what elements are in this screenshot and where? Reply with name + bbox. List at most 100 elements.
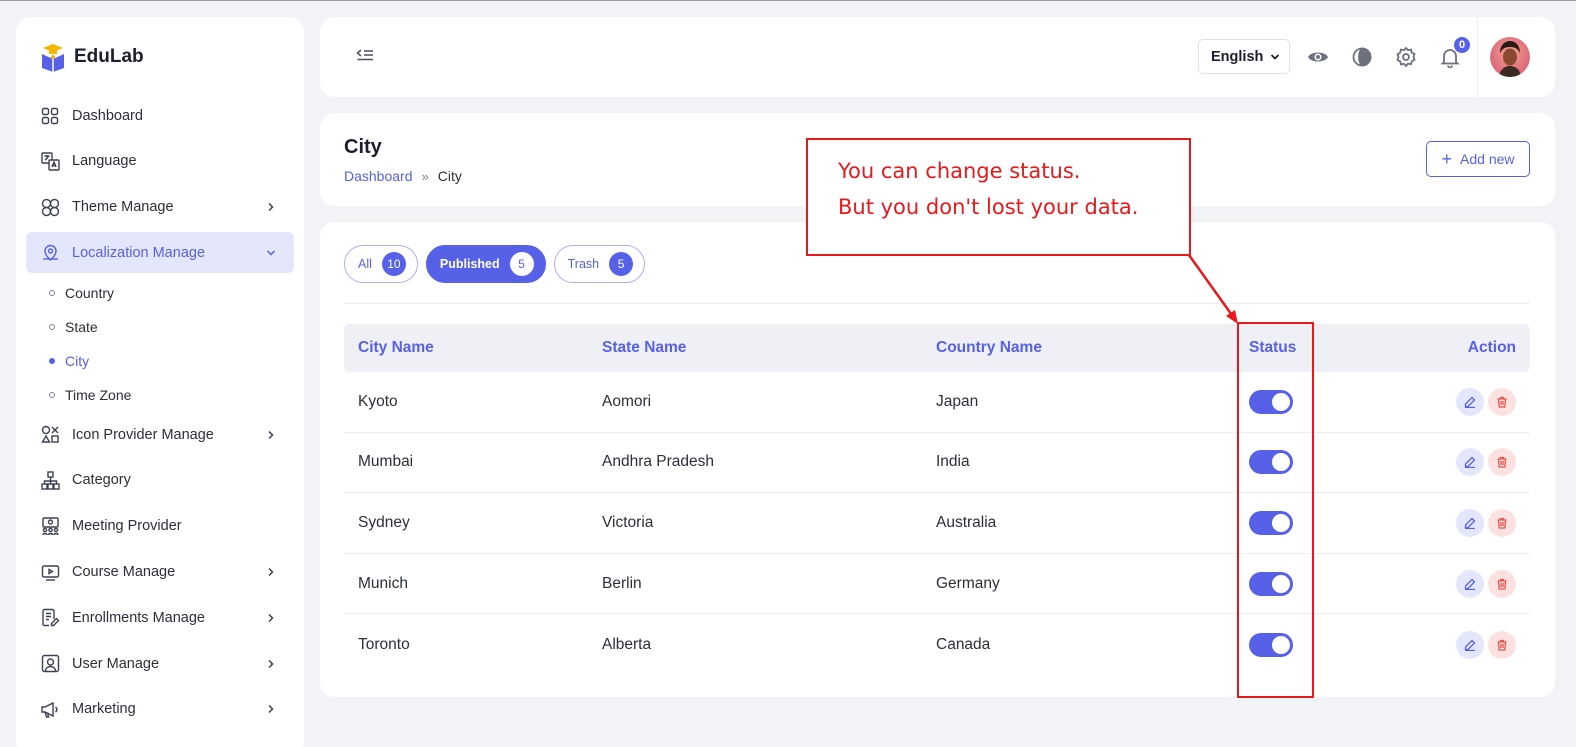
trash-icon [1497, 457, 1507, 469]
sidebar-item-user-manage[interactable]: User Manage [26, 643, 294, 684]
filter-tab-label: All [358, 257, 372, 271]
sidebar-item-icon-provider-manage[interactable]: Icon Provider Manage [26, 414, 294, 455]
app-logo[interactable]: EduLab [38, 42, 144, 72]
eye-icon[interactable] [1307, 46, 1329, 68]
city-table: City Name State Name Country Name Status… [344, 324, 1530, 675]
sidebar-item-label: Language [72, 153, 137, 170]
row-actions [1456, 448, 1516, 477]
chevron-right-icon [268, 568, 274, 577]
pencil-icon [1464, 517, 1476, 529]
localization-submenu: Country State City Time Zone [26, 276, 294, 412]
user-square-icon [40, 654, 60, 674]
cell-state: Berlin [602, 574, 642, 592]
meeting-icon [40, 516, 60, 536]
bullet-icon [49, 392, 55, 399]
cell-state: Victoria [602, 513, 654, 531]
page-title: City [344, 136, 382, 158]
avatar[interactable] [1490, 37, 1530, 77]
sidebar-item-course-manage[interactable]: Course Manage [26, 552, 294, 593]
sidebar-item-category[interactable]: Category [26, 460, 294, 501]
cell-city: Mumbai [358, 453, 414, 471]
table-row: Toronto Alberta Canada [344, 614, 1530, 675]
cell-city: Toronto [358, 635, 410, 653]
delete-button[interactable] [1488, 448, 1516, 477]
cell-country: India [936, 453, 970, 471]
row-actions [1456, 569, 1516, 598]
sidebar: EduLab Dashboard Language Theme Manage L… [16, 17, 304, 747]
trash-icon [1497, 396, 1507, 408]
sidebar-item-marketing[interactable]: Marketing [26, 689, 294, 730]
plus-icon: + [1441, 149, 1453, 169]
filter-tab-published[interactable]: Published 5 [425, 245, 546, 283]
delete-button[interactable] [1488, 630, 1516, 659]
video-icon [40, 562, 60, 582]
edit-button[interactable] [1456, 508, 1484, 537]
edit-button[interactable] [1456, 630, 1484, 659]
submenu-item-country[interactable]: Country [49, 276, 294, 310]
table-row: Mumbai Andhra Pradesh India [344, 433, 1530, 494]
sidebar-item-label: Icon Provider Manage [72, 426, 214, 443]
delete-button[interactable] [1488, 569, 1516, 598]
edit-button[interactable] [1456, 387, 1484, 416]
delete-button[interactable] [1488, 387, 1516, 416]
filter-count-badge: 10 [381, 252, 406, 276]
submenu-item-time-zone[interactable]: Time Zone [49, 378, 294, 412]
logo-icon [38, 42, 68, 72]
theme-icon [40, 197, 60, 217]
sidebar-item-label: Dashboard [72, 107, 143, 124]
pencil-icon [1464, 456, 1476, 469]
column-header-city: City Name [358, 339, 434, 356]
submenu-item-state[interactable]: State [49, 310, 294, 344]
sidebar-item-label: Meeting Provider [72, 518, 182, 535]
annotation-line-2: But you don't lost your data. [838, 195, 1139, 219]
sidebar-item-meeting-provider[interactable]: Meeting Provider [26, 506, 294, 547]
cell-country: Australia [936, 513, 997, 531]
table-row: Sydney Victoria Australia [344, 493, 1530, 554]
status-filter-tabs: All 10 Published 5 Trash 5 [344, 245, 646, 283]
table-header: City Name State Name Country Name Status… [344, 324, 1530, 372]
delete-button[interactable] [1488, 508, 1516, 537]
breadcrumb-separator: » [421, 168, 429, 184]
document-edit-icon [40, 608, 60, 628]
sidebar-item-label: Enrollments Manage [72, 609, 205, 626]
filter-tab-all[interactable]: All 10 [344, 245, 418, 283]
chevron-right-icon [268, 203, 274, 212]
breadcrumb-link-dashboard[interactable]: Dashboard [344, 168, 413, 184]
top-header: English 0 [320, 17, 1555, 97]
sidebar-item-enrollments-manage[interactable]: Enrollments Manage [26, 597, 294, 638]
submenu-item-city[interactable]: City [49, 344, 294, 378]
sidebar-item-dashboard[interactable]: Dashboard [26, 95, 294, 136]
megaphone-icon [40, 699, 60, 719]
chevron-right-icon [268, 659, 274, 668]
filter-tab-trash[interactable]: Trash 5 [553, 245, 646, 283]
pencil-icon [1464, 639, 1476, 651]
sidebar-item-label: Localization Manage [72, 244, 206, 261]
theme-mode-icon[interactable] [1351, 46, 1373, 68]
edit-button[interactable] [1456, 569, 1484, 598]
breadcrumb: Dashboard » City [344, 168, 462, 184]
row-actions [1456, 387, 1516, 416]
add-new-label: Add new [1460, 151, 1515, 167]
bullet-icon [49, 324, 55, 331]
language-select[interactable]: English [1198, 39, 1290, 74]
cell-city: Sydney [358, 513, 410, 531]
edit-button[interactable] [1456, 448, 1484, 477]
sidebar-item-label: Marketing [72, 701, 136, 718]
add-new-button[interactable]: + Add new [1426, 141, 1530, 177]
sidebar-toggle-icon[interactable] [356, 47, 374, 65]
sidebar-item-theme-manage[interactable]: Theme Manage [26, 187, 294, 228]
shapes-icon [40, 425, 60, 445]
window-top-border [0, 0, 1576, 1]
trash-icon [1497, 639, 1507, 651]
gear-icon[interactable] [1395, 46, 1417, 68]
bullet-icon [49, 358, 55, 365]
divider [344, 303, 1530, 304]
cell-state: Aomori [602, 392, 652, 410]
submenu-item-label: Country [65, 285, 115, 302]
chevron-right-icon [268, 705, 274, 714]
chevron-right-icon [268, 613, 274, 622]
cell-state: Alberta [602, 635, 652, 653]
sidebar-item-language[interactable]: Language [26, 141, 294, 182]
filter-count-badge: 5 [609, 252, 634, 276]
sidebar-item-localization-manage[interactable]: Localization Manage [26, 232, 294, 274]
